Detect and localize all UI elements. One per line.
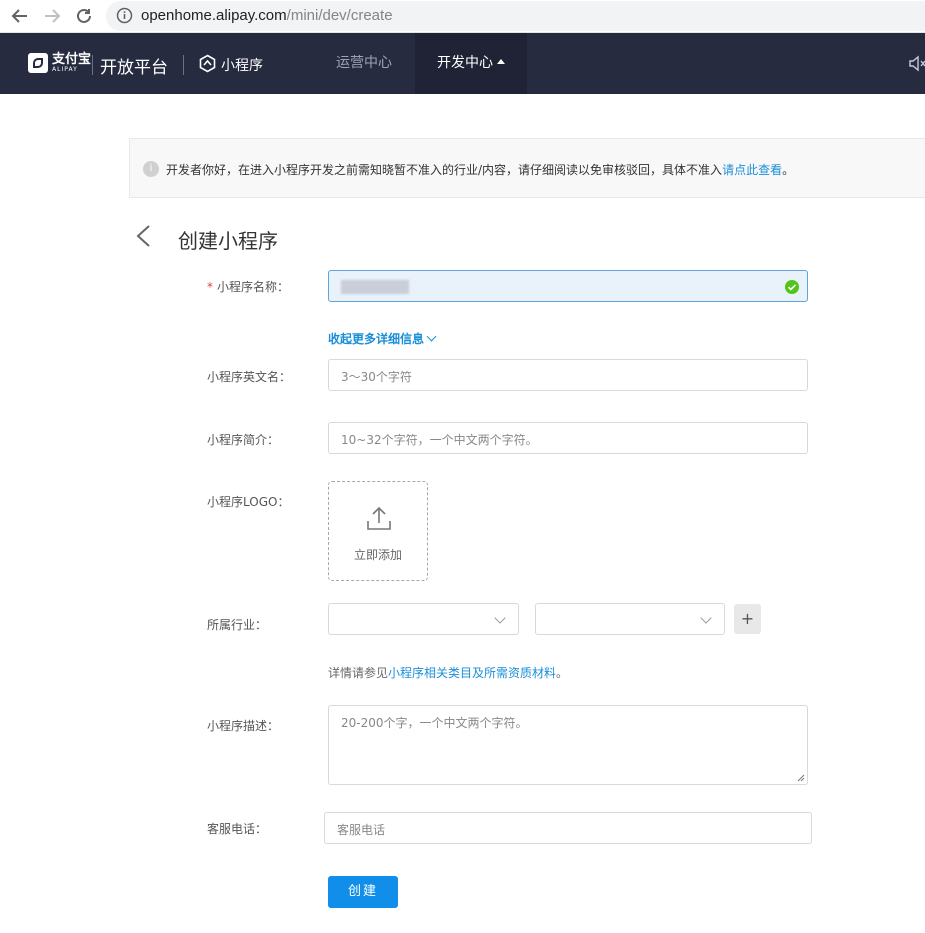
reload-icon[interactable] (72, 4, 96, 28)
url-text: openhome.alipay.com/mini/dev/create (141, 7, 393, 24)
name-input[interactable] (328, 270, 808, 302)
divider (183, 55, 184, 75)
platform-title[interactable]: 开放平台 (100, 53, 168, 78)
phone-placeholder: 客服电话 (337, 823, 386, 837)
category-materials-link[interactable]: 小程序相关类目及所需资质材料 (388, 666, 556, 680)
hint-prefix: 详情请参见 (328, 666, 389, 680)
logo-upload[interactable]: 立即添加 (328, 481, 428, 581)
caret-up-icon (497, 58, 505, 64)
back-arrow-icon[interactable] (8, 4, 32, 28)
notice-text: 开发者你好，在进入小程序开发之前需知晓暂不准入的行业/内容，请仔细阅读以免审核驳… (166, 161, 794, 178)
mini-program-title[interactable]: 小程序 (221, 55, 263, 75)
notice-message: 开发者你好，在进入小程序开发之前需知晓暂不准入的行业/内容，请仔细阅读以免审核驳… (166, 163, 723, 177)
alipay-logo[interactable]: 支付宝 ALIPAY (28, 53, 91, 73)
browser-toolbar: openhome.alipay.com/mini/dev/create (0, 0, 925, 33)
top-navigation: 支付宝 ALIPAY 开放平台 小程序 运营中心 开发中心 (0, 33, 925, 94)
industry-hint: 详情请参见小程序相关类目及所需资质材料。 (328, 664, 568, 681)
industry-select-secondary[interactable] (535, 603, 725, 635)
chevron-down-icon (494, 612, 506, 624)
brief-label: 小程序简介： (207, 433, 280, 447)
mini-program-icon (199, 54, 216, 73)
info-icon: i (143, 161, 159, 177)
speaker-icon[interactable] (908, 55, 925, 72)
page-title: 创建小程序 (178, 229, 278, 253)
upload-icon (367, 506, 391, 530)
hint-suffix: 。 (556, 666, 569, 680)
nav-dev-center[interactable]: 开发中心 (415, 33, 527, 94)
url-domain: openhome.alipay.com (141, 7, 287, 24)
brief-input[interactable]: 10~32个字符，一个中文两个字符。 (328, 422, 808, 454)
phone-label: 客服电话： (207, 822, 268, 836)
collapse-details-label: 收起更多详细信息 (328, 332, 425, 346)
notice-banner: i 开发者你好，在进入小程序开发之前需知晓暂不准入的行业/内容，请仔细阅读以免审… (129, 138, 925, 198)
url-path: /mini/dev/create (286, 7, 393, 24)
name-label: * 小程序名称： (207, 278, 289, 295)
logo-cn: 支付宝 (52, 52, 92, 67)
brief-placeholder: 10~32个字符，一个中文两个字符。 (341, 433, 538, 447)
add-industry-button[interactable]: + (734, 604, 761, 634)
industry-label: 所属行业： (207, 618, 268, 632)
address-bar[interactable]: openhome.alipay.com/mini/dev/create (106, 1, 925, 31)
description-placeholder: 20-200个字，一个中文两个字符。 (341, 716, 528, 730)
chevron-down-icon (426, 331, 437, 342)
phone-input[interactable]: 客服电话 (324, 812, 812, 844)
redacted-value (341, 280, 409, 294)
chevron-down-icon (700, 612, 712, 624)
resize-handle-icon[interactable] (797, 774, 805, 782)
collapse-details-link[interactable]: 收起更多详细信息 (328, 330, 437, 347)
required-mark: * (207, 280, 213, 294)
create-button[interactable]: 创建 (328, 876, 398, 908)
upload-label: 立即添加 (353, 548, 402, 562)
english-name-label: 小程序英文名： (207, 370, 292, 384)
nav-operations-center[interactable]: 运营中心 (336, 33, 392, 94)
alipay-icon (28, 53, 48, 73)
english-name-input[interactable]: 3～30个字符 (328, 359, 808, 391)
logo-label: 小程序LOGO： (207, 495, 290, 509)
logo-en: ALIPAY (52, 66, 78, 73)
name-label-text: 小程序名称： (217, 280, 290, 294)
description-textarea[interactable]: 20-200个字，一个中文两个字符。 (328, 705, 808, 785)
notice-suffix: 。 (782, 163, 795, 177)
english-name-placeholder: 3～30个字符 (341, 370, 412, 384)
info-icon[interactable] (116, 7, 133, 24)
forward-arrow-icon[interactable] (40, 4, 64, 28)
description-label: 小程序描述： (207, 719, 280, 733)
notice-link[interactable]: 请点此查看 (722, 163, 782, 177)
check-circle-icon (785, 280, 799, 294)
divider (92, 55, 93, 75)
back-chevron-icon[interactable] (131, 223, 157, 249)
industry-select-primary[interactable] (328, 603, 519, 635)
nav-dev-center-label: 开发中心 (437, 55, 493, 71)
